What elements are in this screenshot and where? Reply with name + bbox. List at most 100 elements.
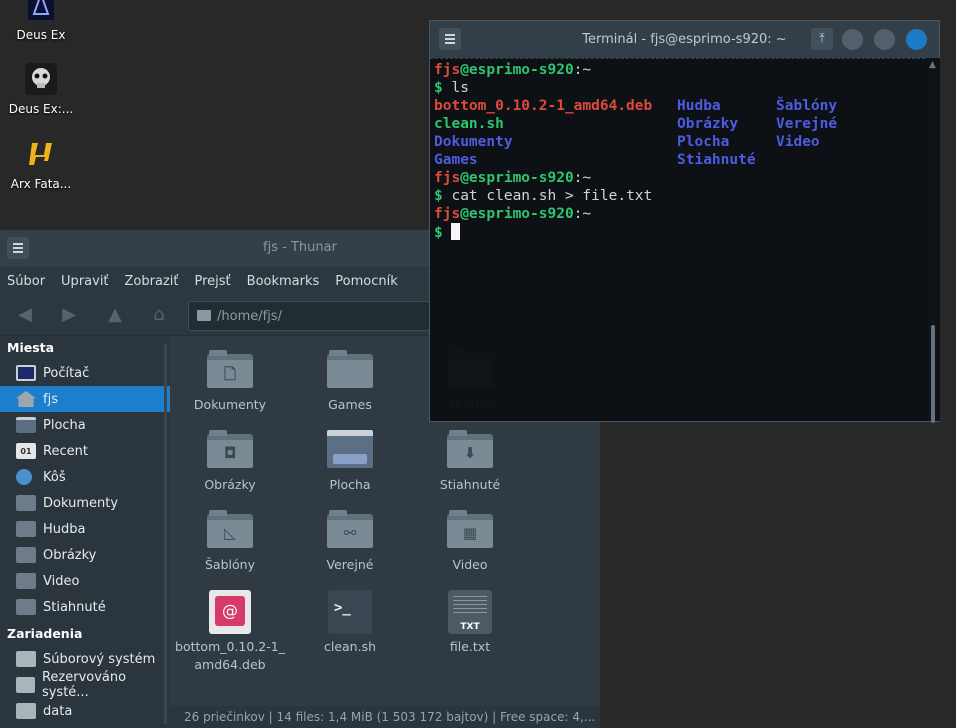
- menu-bookmarks[interactable]: Bookmarks: [247, 274, 320, 289]
- sidebar-header-devices: Zariadenia: [7, 626, 83, 641]
- folder-video-icon: ▦: [447, 510, 493, 548]
- folder-icon: [197, 310, 211, 321]
- terminal-titlebar[interactable]: Terminál - fjs@esprimo-s920: ~ ⤒: [430, 21, 939, 58]
- terminal-line: fjs@esprimo-s920:~: [434, 170, 592, 186]
- trash-icon: [16, 469, 32, 485]
- sidebar-item-music[interactable]: Hudba: [0, 516, 170, 542]
- file-label: clean.sh: [323, 639, 377, 654]
- sidebar-item-label: Kôš: [43, 469, 66, 485]
- folder-documents-icon: 🗋: [207, 350, 253, 388]
- sidebar-item-computer[interactable]: Počítač: [0, 360, 170, 386]
- sidebar-item-label: Stiahnuté: [43, 599, 106, 615]
- file-item-stiahnute[interactable]: ⬇ Stiahnuté: [410, 430, 530, 494]
- sidebar-item-label: Počítač: [43, 365, 90, 381]
- file-item-video[interactable]: ▦ Video: [410, 510, 530, 574]
- sidebar-item-label: Rezervováno systé...: [41, 670, 127, 700]
- sidebar-item-label: Video: [43, 573, 80, 589]
- folder-public-icon: ⚯: [327, 510, 373, 548]
- status-bar: 26 priečinkov | 14 files: 1,4 MiB (1 503…: [170, 706, 600, 728]
- desktop-icon-deus-ex-2[interactable]: Deus Ex:...: [0, 62, 82, 116]
- terminal-output[interactable]: fjs@esprimo-s920:~ $ ls bottom_0.10.2-1_…: [430, 58, 925, 421]
- terminal-scrollbar[interactable]: ▲: [926, 58, 940, 423]
- sidebar-item-pictures[interactable]: Obrázky: [0, 542, 170, 568]
- sidebar-item-reserved[interactable]: Rezervováno systé...: [0, 670, 170, 700]
- sidebar-item-trash[interactable]: Kôš: [0, 464, 170, 490]
- sidebar-item-documents[interactable]: Dokumenty: [0, 490, 170, 516]
- menu-help[interactable]: Pomocník: [335, 274, 397, 289]
- file-item-plocha[interactable]: Plocha: [290, 430, 410, 494]
- sidebar-item-label: Obrázky: [43, 547, 97, 563]
- desktop-icon-arx-fatalis[interactable]: Arx Fata...: [0, 137, 82, 191]
- scrollbar-thumb[interactable]: [931, 325, 935, 423]
- calendar-icon: 01: [16, 443, 36, 459]
- sidebar-item-filesystem[interactable]: Súborový systém: [0, 646, 170, 672]
- location-path: /home/fjs/: [217, 309, 282, 324]
- sidebar-scrollbar[interactable]: [164, 344, 167, 724]
- thunar-sidebar: Miesta Počítač fjs Plocha 01 Recent Kôš …: [0, 336, 170, 728]
- deus-ex-logo-icon: [24, 0, 58, 22]
- menu-file[interactable]: Súbor: [7, 274, 45, 289]
- home-icon: [16, 391, 36, 407]
- file-label: Games: [328, 397, 372, 412]
- terminal-line: clean.sh Obrázky Verejné: [434, 116, 838, 132]
- menu-view[interactable]: Zobraziť: [125, 274, 179, 289]
- sidebar-item-label: data: [43, 703, 73, 719]
- text-file-icon: TXT: [448, 590, 492, 634]
- file-label: Obrázky: [204, 477, 256, 492]
- folder-video-icon: [16, 573, 36, 589]
- file-item-dokumenty[interactable]: 🗋 Dokumenty: [170, 350, 290, 414]
- folder-music-icon: [16, 521, 36, 537]
- file-item-sablony[interactable]: ◺ Šablóny: [170, 510, 290, 574]
- sidebar-item-label: Hudba: [43, 521, 86, 537]
- terminal-line: fjs@esprimo-s920:~: [434, 62, 592, 78]
- home-icon[interactable]: ⌂: [148, 304, 170, 326]
- folder-download-icon: [16, 599, 36, 615]
- file-item-obrazky[interactable]: ◘ Obrázky: [170, 430, 290, 494]
- sidebar-item-desktop[interactable]: Plocha: [0, 412, 170, 438]
- close-button[interactable]: [906, 29, 927, 50]
- terminal-cursor: [451, 223, 461, 240]
- desktop-icon-label: Deus Ex:...: [8, 102, 74, 116]
- up-arrow-icon[interactable]: ▲: [104, 304, 126, 326]
- desktop-icon: [16, 417, 36, 433]
- file-item-file-txt[interactable]: TXT file.txt: [410, 590, 530, 656]
- file-label: Verejné: [326, 557, 374, 572]
- sidebar-item-downloads[interactable]: Stiahnuté: [0, 594, 170, 620]
- sidebar-item-label: Súborový systém: [43, 651, 156, 667]
- sidebar-item-recent[interactable]: 01 Recent: [0, 438, 170, 464]
- minimize-button[interactable]: [842, 29, 863, 50]
- folder-pictures-icon: [16, 547, 36, 563]
- file-item-deb[interactable]: @ bottom_0.10.2-1_amd64.deb: [170, 590, 290, 674]
- file-label: Stiahnuté: [439, 477, 501, 492]
- scroll-up-arrow-icon[interactable]: ▲: [929, 60, 936, 70]
- folder-icon: [16, 495, 36, 511]
- file-item-games[interactable]: Games: [290, 350, 410, 414]
- sidebar-item-data[interactable]: data: [0, 698, 170, 724]
- keep-above-icon[interactable]: ⤒: [811, 28, 833, 50]
- file-label: Dokumenty: [193, 397, 267, 412]
- sidebar-item-label: Plocha: [43, 417, 86, 433]
- file-item-clean-sh[interactable]: >_ clean.sh: [290, 590, 410, 656]
- forward-arrow-icon[interactable]: ▶: [58, 304, 80, 326]
- menu-edit[interactable]: Upraviť: [61, 274, 108, 289]
- sidebar-item-home[interactable]: fjs: [0, 386, 170, 412]
- file-label: Plocha: [329, 477, 371, 492]
- terminal-line: Games Stiahnuté: [434, 152, 756, 168]
- back-arrow-icon[interactable]: ◀: [14, 304, 36, 326]
- desktop-icon-label: Deus Ex: [16, 28, 66, 42]
- file-label: Video: [452, 557, 488, 572]
- menu-go[interactable]: Prejsť: [195, 274, 231, 289]
- drive-icon: [16, 677, 35, 693]
- file-item-verejne[interactable]: ⚯ Verejné: [290, 510, 410, 574]
- sidebar-item-label: Dokumenty: [43, 495, 119, 511]
- computer-icon: [16, 365, 36, 381]
- file-label: bottom_0.10.2-1_amd64.deb: [175, 639, 285, 672]
- debian-package-icon: @: [209, 590, 251, 634]
- desktop-icon-deus-ex[interactable]: Deus Ex: [0, 0, 82, 42]
- sidebar-item-video[interactable]: Video: [0, 568, 170, 594]
- skull-logo-icon: [24, 62, 58, 96]
- maximize-button[interactable]: [874, 29, 895, 50]
- terminal-line: Dokumenty Plocha Video: [434, 134, 820, 150]
- terminal-line: $ ls: [434, 80, 469, 96]
- folder-templates-icon: ◺: [207, 510, 253, 548]
